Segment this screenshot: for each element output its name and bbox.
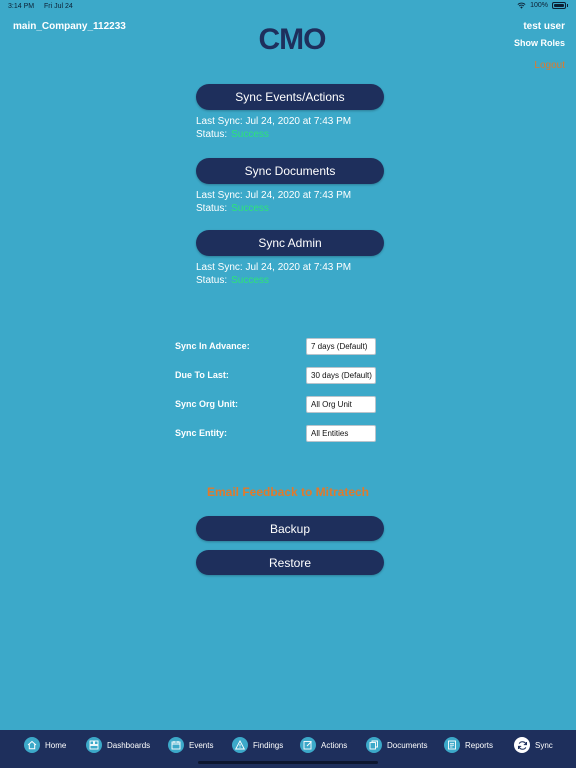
dashboards-icon <box>86 737 102 753</box>
sync-events-section: Sync Events/Actions Last Sync: Jul 24, 2… <box>196 84 384 141</box>
documents-icon <box>366 737 382 753</box>
setting-sync-entity: Sync Entity: All Entities <box>175 425 385 454</box>
sync-org-unit-select[interactable]: All Org Unit <box>306 396 376 413</box>
setting-due-to-last: Due To Last: 30 days (Default) <box>175 367 385 396</box>
tab-findings[interactable]: Findings <box>232 737 283 753</box>
sync-icon <box>514 737 530 753</box>
home-indicator <box>198 761 378 764</box>
restore-button[interactable]: Restore <box>196 550 384 575</box>
backup-button[interactable]: Backup <box>196 516 384 541</box>
user-name: test user <box>523 21 565 32</box>
tab-events[interactable]: Events <box>168 737 213 753</box>
tab-documents[interactable]: Documents <box>366 737 427 753</box>
battery-percent: 100% <box>530 2 548 9</box>
tab-bar: Home Dashboards Events Findings Actions … <box>0 730 576 768</box>
warning-icon <box>232 737 248 753</box>
reports-icon <box>444 737 460 753</box>
sync-entity-select[interactable]: All Entities <box>306 425 376 442</box>
sync-documents-section: Sync Documents Last Sync: Jul 24, 2020 a… <box>196 158 384 215</box>
setting-sync-in-advance: Sync In Advance: 7 days (Default) <box>175 338 385 367</box>
tab-dashboards[interactable]: Dashboards <box>86 737 150 753</box>
logout-link[interactable]: Logout <box>534 60 565 71</box>
status-value: Success <box>231 129 269 140</box>
edit-icon <box>300 737 316 753</box>
logo-text: CMO <box>259 23 327 54</box>
status-bar: 3:14 PM Fri Jul 24 100% <box>0 0 576 14</box>
status-label: Status: <box>196 275 228 286</box>
email-feedback-link[interactable]: Email Feedback to Mitratech <box>0 485 576 499</box>
last-sync-text: Last Sync: Jul 24, 2020 at 7:43 PM <box>196 190 352 201</box>
show-roles-link[interactable]: Show Roles <box>514 38 565 48</box>
status-date: Fri Jul 24 <box>44 3 73 10</box>
calendar-icon <box>168 737 184 753</box>
tab-sync[interactable]: Sync <box>514 737 553 753</box>
cmo-logo: CMO <box>259 23 328 54</box>
sync-admin-section: Sync Admin Last Sync: Jul 24, 2020 at 7:… <box>196 230 384 287</box>
sync-settings: Sync In Advance: 7 days (Default) Due To… <box>175 338 385 454</box>
status-label: Status: <box>196 203 228 214</box>
sync-documents-button[interactable]: Sync Documents <box>196 158 384 184</box>
sync-events-actions-button[interactable]: Sync Events/Actions <box>196 84 384 110</box>
sync-in-advance-select[interactable]: 7 days (Default) <box>306 338 376 355</box>
due-to-last-select[interactable]: 30 days (Default) <box>306 367 376 384</box>
wifi-icon <box>517 2 526 9</box>
sync-admin-button[interactable]: Sync Admin <box>196 230 384 256</box>
status-time: 3:14 PM <box>8 3 35 10</box>
battery-icon <box>552 2 566 9</box>
status-value: Success <box>231 275 269 286</box>
tab-home[interactable]: Home <box>24 737 66 753</box>
company-name: main_Company_112233 <box>13 21 126 32</box>
status-label: Status: <box>196 129 228 140</box>
tab-actions[interactable]: Actions <box>300 737 347 753</box>
tab-reports[interactable]: Reports <box>444 737 493 753</box>
last-sync-text: Last Sync: Jul 24, 2020 at 7:43 PM <box>196 116 352 127</box>
status-value: Success <box>231 203 269 214</box>
last-sync-text: Last Sync: Jul 24, 2020 at 7:43 PM <box>196 262 352 273</box>
home-icon <box>24 737 40 753</box>
setting-sync-org-unit: Sync Org Unit: All Org Unit <box>175 396 385 425</box>
